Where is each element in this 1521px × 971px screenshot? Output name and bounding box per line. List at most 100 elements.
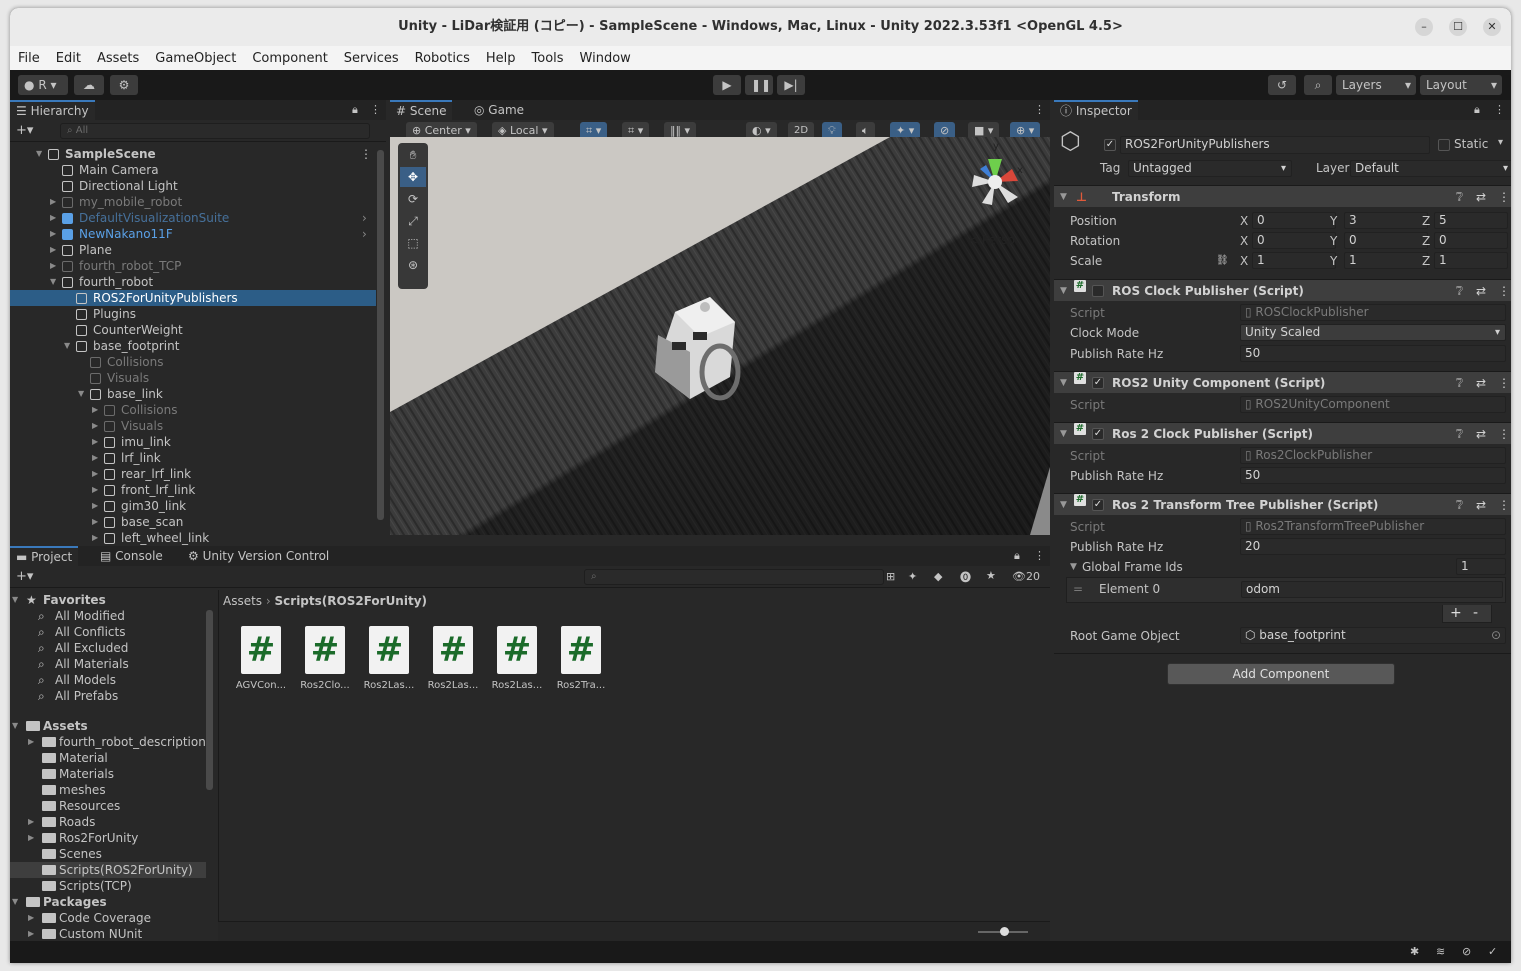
collab-button[interactable]: ⚙ bbox=[110, 75, 138, 95]
tab-inspector[interactable]: ⓘ Inspector bbox=[1054, 100, 1138, 120]
folder-item[interactable]: Scripts(TCP) bbox=[10, 878, 206, 894]
tab-scene[interactable]: # Scene bbox=[390, 100, 453, 120]
chevron-right-icon[interactable]: › bbox=[362, 226, 367, 242]
add-icon[interactable]: +▾ bbox=[16, 123, 33, 138]
hierarchy-item[interactable]: CounterWeight bbox=[10, 322, 376, 338]
project-search-input[interactable]: ⌕ bbox=[584, 569, 884, 585]
step-button[interactable]: ▶| bbox=[777, 75, 805, 95]
favorites-header[interactable]: ▼ ★ Favorites bbox=[10, 592, 206, 608]
filter-type-icon[interactable]: ⊞ bbox=[886, 570, 895, 583]
folder-item[interactable]: Materials bbox=[10, 766, 206, 782]
check-circle-icon[interactable]: ✓ bbox=[1488, 945, 1497, 958]
expand-arrow-icon[interactable]: ▶ bbox=[92, 530, 102, 546]
lock-icon[interactable]: 🔒︎ bbox=[1474, 103, 1480, 117]
script-asset[interactable]: # Ros2Tra... bbox=[551, 626, 611, 691]
expand-arrow-icon[interactable]: ▶ bbox=[28, 926, 38, 941]
cloud-off-icon[interactable]: ⊘ bbox=[1462, 945, 1471, 958]
object-name-field[interactable]: ROS2ForUnityPublishers bbox=[1120, 136, 1430, 154]
expand-arrow-icon[interactable]: ▶ bbox=[92, 466, 102, 482]
position-z-field[interactable]: 5 bbox=[1434, 212, 1508, 229]
warning-icon[interactable]: ⓿ bbox=[960, 569, 971, 585]
expand-arrow-icon[interactable]: ▶ bbox=[28, 830, 38, 846]
transform-tree-publisher-header[interactable]: ▼ # ✓ Ros 2 Transform Tree Publisher (Sc… bbox=[1054, 493, 1511, 515]
expand-arrow-icon[interactable]: ▼ bbox=[12, 894, 22, 910]
expand-arrow-icon[interactable]: ▼ bbox=[12, 592, 22, 608]
more-icon[interactable]: ⋮ bbox=[370, 103, 381, 116]
settings-icon[interactable]: ⇄ bbox=[1476, 494, 1486, 516]
filter-label-icon[interactable]: ✦ bbox=[908, 570, 917, 583]
drag-handle-icon[interactable]: = bbox=[1073, 582, 1083, 596]
add-component-button[interactable]: Add Component bbox=[1167, 663, 1395, 685]
menu-edit[interactable]: Edit bbox=[56, 51, 81, 66]
script-asset[interactable]: # Ros2Las... bbox=[359, 626, 419, 691]
tab-project[interactable]: ▬ Project bbox=[10, 546, 79, 566]
favorite-item[interactable]: ⌕ All Modified bbox=[10, 608, 206, 624]
expand-arrow-icon[interactable]: ▶ bbox=[92, 482, 102, 498]
hierarchy-item[interactable]: ▶ Visuals bbox=[10, 418, 376, 434]
cloud-button[interactable]: ☁ bbox=[74, 75, 104, 95]
favorite-item[interactable]: ⌕ All Materials bbox=[10, 656, 206, 672]
slider-thumb[interactable] bbox=[1000, 927, 1009, 936]
hierarchy-item[interactable]: Main Camera bbox=[10, 162, 376, 178]
more-icon[interactable]: ⋮ bbox=[1498, 423, 1510, 445]
hierarchy-item[interactable]: ▼ SampleScene ⋮ bbox=[10, 146, 376, 162]
position-x-field[interactable]: 0 bbox=[1252, 212, 1336, 229]
hidden-count[interactable]: 👁︎20 bbox=[1012, 570, 1040, 583]
transform-header[interactable]: ▼ ⊥ Transform ❔︎ ⇄ ⋮ bbox=[1054, 185, 1511, 207]
help-icon[interactable]: ❔︎ bbox=[1456, 494, 1463, 516]
scale-tool[interactable]: ⤢ bbox=[400, 211, 426, 231]
component-checkbox[interactable] bbox=[1092, 285, 1104, 297]
minimize-button[interactable]: – bbox=[1415, 18, 1433, 36]
publish-rate-field[interactable]: 50 bbox=[1240, 345, 1506, 362]
hierarchy-item[interactable]: ▶ front_lrf_link bbox=[10, 482, 376, 498]
more-icon[interactable]: ⋮ bbox=[1034, 549, 1045, 562]
layer-dropdown[interactable]: Default ▾ bbox=[1350, 160, 1511, 177]
layers-dropdown[interactable]: Layers ▾ bbox=[1336, 75, 1416, 95]
hierarchy-item[interactable]: Visuals bbox=[10, 370, 376, 386]
position-y-field[interactable]: 3 bbox=[1344, 212, 1428, 229]
hierarchy-item[interactable]: ▶ my_mobile_robot bbox=[10, 194, 376, 210]
expand-arrow-icon[interactable]: ▶ bbox=[50, 226, 60, 242]
more-icon[interactable]: ⋮ bbox=[1494, 103, 1505, 116]
help-icon[interactable]: ❔︎ bbox=[1456, 372, 1463, 394]
menu-gameobject[interactable]: GameObject bbox=[155, 51, 236, 66]
search-button[interactable]: ⌕ bbox=[1304, 75, 1332, 95]
favorite-item[interactable]: ⌕ All Prefabs bbox=[10, 688, 206, 704]
more-icon[interactable]: ⋮ bbox=[1498, 186, 1510, 208]
hierarchy-item[interactable]: ROS2ForUnityPublishers bbox=[10, 290, 376, 306]
scale-x-field[interactable]: 1 bbox=[1252, 252, 1336, 269]
hierarchy-scrollbar[interactable] bbox=[377, 150, 384, 520]
lock-icon[interactable]: 🔒︎ bbox=[1014, 549, 1020, 563]
more-icon[interactable]: ⋮ bbox=[1498, 280, 1510, 302]
clock-mode-dropdown[interactable]: Unity Scaled ▾ bbox=[1240, 324, 1506, 341]
expand-arrow-icon[interactable]: ▼ bbox=[36, 146, 46, 162]
folder-item[interactable]: Resources bbox=[10, 798, 206, 814]
script-asset[interactable]: # Ros2Las... bbox=[487, 626, 547, 691]
settings-icon[interactable]: ⇄ bbox=[1476, 280, 1486, 302]
lock-icon[interactable]: 🔒︎ bbox=[352, 103, 358, 117]
component-checkbox[interactable]: ✓ bbox=[1092, 499, 1104, 511]
expand-arrow-icon[interactable]: ▼ bbox=[64, 338, 74, 354]
scene-viewport[interactable]: ✋︎ ✥ ⟳ ⤢ ⬚ ⊛ y x < Persp bbox=[390, 137, 1050, 535]
expand-arrow-icon[interactable]: ▼ bbox=[12, 718, 22, 734]
tab-game[interactable]: ◎ Game bbox=[468, 100, 530, 120]
folder-item[interactable]: Material bbox=[10, 750, 206, 766]
expand-arrow-icon[interactable]: ▼ bbox=[78, 386, 88, 402]
folder-item[interactable]: Scenes bbox=[10, 846, 206, 862]
ros-clock-publisher-header[interactable]: ▼ # ROS Clock Publisher (Script) ❔︎ ⇄ ⋮ bbox=[1054, 279, 1511, 301]
hierarchy-item[interactable]: ▶ NewNakano11F › bbox=[10, 226, 376, 242]
assets-header[interactable]: ▼ Assets bbox=[10, 718, 206, 734]
remove-element-button[interactable]: - bbox=[1473, 605, 1478, 621]
transform-tool[interactable]: ⊛ bbox=[400, 255, 426, 275]
menu-file[interactable]: File bbox=[18, 51, 40, 66]
rotation-y-field[interactable]: 0 bbox=[1344, 232, 1428, 249]
hierarchy-item[interactable]: ▶ base_scan bbox=[10, 514, 376, 530]
script-asset[interactable]: # Ros2Las... bbox=[423, 626, 483, 691]
hierarchy-item[interactable]: ▶ Plane bbox=[10, 242, 376, 258]
hierarchy-item[interactable]: ▶ left_wheel_link bbox=[10, 530, 376, 546]
help-icon[interactable]: ❔︎ bbox=[1456, 186, 1463, 208]
settings-icon[interactable]: ⇄ bbox=[1476, 372, 1486, 394]
pause-button[interactable]: ❚❚ bbox=[745, 75, 773, 95]
add-element-button[interactable]: + bbox=[1450, 605, 1462, 621]
script-asset[interactable]: # Ros2Clo... bbox=[295, 626, 355, 691]
